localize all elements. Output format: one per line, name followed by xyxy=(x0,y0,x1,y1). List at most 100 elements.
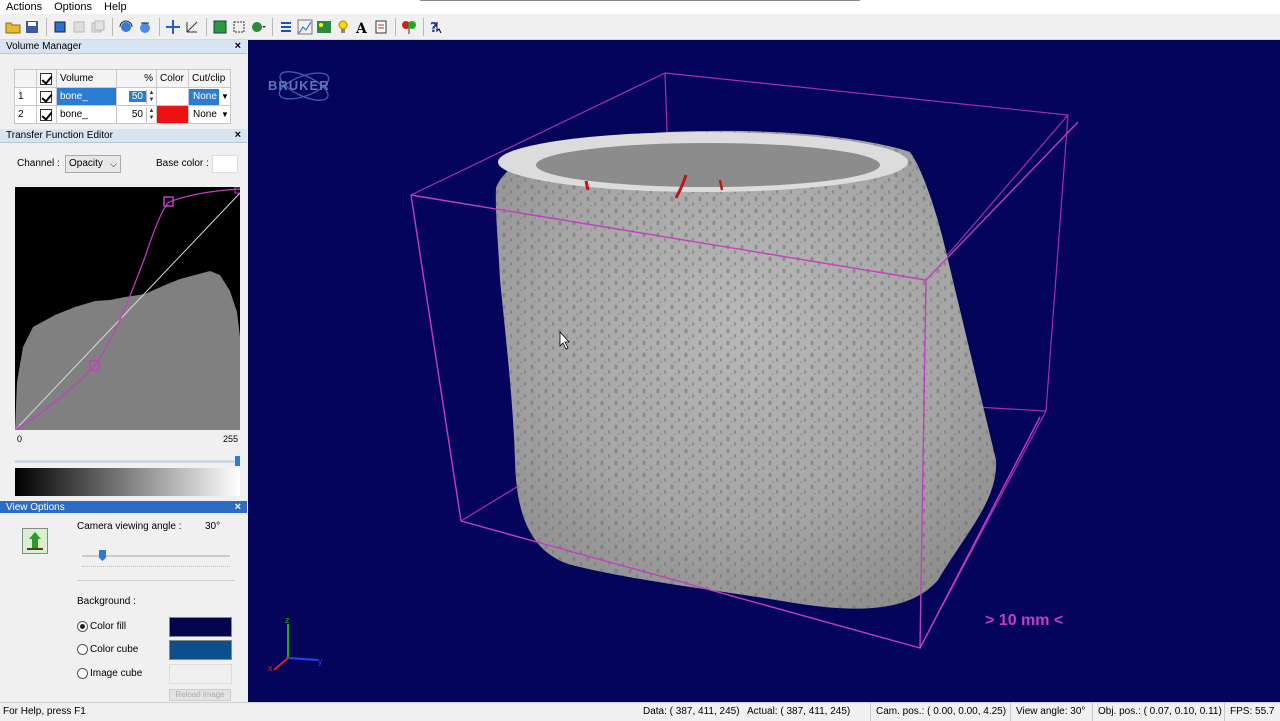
row-index: 2 xyxy=(14,105,37,124)
view-tree-icon[interactable] xyxy=(22,528,48,554)
radio-icon[interactable] xyxy=(77,644,88,655)
open-icon xyxy=(5,22,21,33)
spinner-icon[interactable]: ▲ ▼ xyxy=(146,89,156,104)
status-obj-pos: Obj. pos.: ( 0.07, 0.10, 0.11) xyxy=(1092,703,1222,721)
bruker-logo: BRUKER xyxy=(268,71,330,101)
box-green-button[interactable] xyxy=(211,18,229,36)
rotate-object-button[interactable] xyxy=(136,18,154,36)
menu-bar: Actions Options Help xyxy=(0,0,1280,14)
cube-button[interactable] xyxy=(51,18,69,36)
row-percent[interactable]: 50 ▲ ▼ xyxy=(116,87,157,106)
color-cube-swatch[interactable] xyxy=(169,640,232,660)
objects-dropdown-icon xyxy=(252,21,266,32)
cube-outline-button[interactable] xyxy=(70,18,88,36)
scene: z y x xyxy=(268,72,1079,673)
row-color-swatch[interactable] xyxy=(156,105,189,124)
clip-button[interactable] xyxy=(372,18,390,36)
row-color-swatch[interactable] xyxy=(156,87,189,106)
reload-image-button[interactable]: Reload image xyxy=(169,689,231,701)
row-percent[interactable]: 50 ▲ ▼ xyxy=(116,105,157,124)
radio-image-cube[interactable]: Image cube xyxy=(77,668,142,679)
percent-value[interactable]: 50 xyxy=(129,109,146,120)
table-row[interactable]: 1 bone_ 50 ▲ ▼ None ▼ xyxy=(14,87,231,106)
menu-actions[interactable]: Actions xyxy=(0,1,48,13)
image-button[interactable] xyxy=(315,18,333,36)
checkbox-icon[interactable] xyxy=(40,90,52,103)
menu-help[interactable]: Help xyxy=(98,1,133,13)
cube-stack-button[interactable] xyxy=(89,18,107,36)
tf-max-label: 255 xyxy=(223,434,239,444)
close-icon[interactable]: × xyxy=(235,501,241,514)
row-index: 1 xyxy=(14,87,37,106)
chevron-down-icon[interactable]: ▼ xyxy=(219,110,229,119)
chevron-down-icon[interactable]: ▼ xyxy=(219,92,229,101)
transfer-function-graph[interactable] xyxy=(15,187,240,430)
scale-bar-label: > 10 mm < xyxy=(985,612,1064,629)
crop-icon xyxy=(233,21,245,32)
open-button[interactable] xyxy=(4,18,22,36)
row-visible-checkbox[interactable] xyxy=(36,105,57,124)
toolbar-separator xyxy=(272,17,273,36)
color-fill-swatch[interactable] xyxy=(169,617,232,637)
grayscale-gradient xyxy=(15,468,240,496)
background-label: Background : xyxy=(77,596,136,607)
image-cube-swatch[interactable] xyxy=(169,664,232,684)
radio-icon[interactable] xyxy=(77,668,88,679)
help-pointer-button[interactable]: ? xyxy=(428,18,446,36)
col-volume: Volume xyxy=(56,69,117,88)
move-icon xyxy=(166,19,180,34)
move-button[interactable] xyxy=(164,18,182,36)
cube-icon xyxy=(54,21,66,32)
close-icon[interactable]: × xyxy=(235,129,241,142)
percent-value[interactable]: 50 xyxy=(128,91,146,103)
base-color-swatch[interactable] xyxy=(212,155,238,173)
chart-button[interactable] xyxy=(296,18,314,36)
slider-ticks xyxy=(82,566,230,569)
status-cam-pos: Cam. pos.: ( 0.00, 0.00, 4.25) xyxy=(870,703,1006,721)
cutclip-value[interactable]: None xyxy=(189,109,219,120)
rotate-button[interactable] xyxy=(117,18,135,36)
slider-thumb[interactable] xyxy=(235,456,240,466)
spinner-icon[interactable]: ▲ ▼ xyxy=(146,107,156,122)
radio-color-fill[interactable]: Color fill xyxy=(77,621,126,632)
light-button[interactable] xyxy=(334,18,352,36)
brand-text: BRUKER xyxy=(268,78,330,93)
status-actual: Actual: ( 387, 411, 245) xyxy=(747,706,851,717)
close-icon[interactable]: × xyxy=(235,40,241,53)
balloon-button[interactable] xyxy=(400,18,418,36)
balloon-icon xyxy=(402,20,416,34)
status-view-angle: View angle: 30° xyxy=(1010,703,1085,721)
radio-label: Color fill xyxy=(90,621,127,632)
row-volume-name[interactable]: bone_ xyxy=(56,105,117,124)
row-cutclip[interactable]: None ▼ xyxy=(188,105,231,124)
radio-label: Image cube xyxy=(90,668,143,679)
radio-label: Color cube xyxy=(90,644,139,655)
bone-volume[interactable] xyxy=(495,130,997,609)
tf-range-slider[interactable] xyxy=(15,456,240,466)
row-visible-checkbox[interactable] xyxy=(36,87,57,106)
checkbox-all-icon[interactable] xyxy=(40,72,52,85)
toolbar-separator xyxy=(206,17,207,36)
row-cutclip[interactable]: None ▼ xyxy=(188,87,231,106)
radio-color-cube[interactable]: Color cube xyxy=(77,644,138,655)
cutclip-value[interactable]: None xyxy=(189,88,219,105)
axes-button[interactable] xyxy=(183,18,201,36)
col-check[interactable] xyxy=(36,69,57,88)
image-icon xyxy=(317,20,331,33)
volume-table: Volume % Color Cut/clip 1 bone_ 50 ▲ ▼ Non… xyxy=(14,69,231,124)
text-button[interactable]: A xyxy=(353,18,371,36)
list-button[interactable] xyxy=(277,18,295,36)
channel-select[interactable]: Opacity ⌵ xyxy=(65,155,121,173)
objects-dropdown-button[interactable] xyxy=(249,18,267,36)
crop-button[interactable] xyxy=(230,18,248,36)
checkbox-icon[interactable] xyxy=(40,108,52,121)
radio-icon[interactable] xyxy=(77,621,88,632)
menu-options[interactable]: Options xyxy=(48,1,98,13)
col-cutclip: Cut/clip xyxy=(188,69,231,88)
save-button[interactable] xyxy=(23,18,41,36)
axis-z-label: z xyxy=(285,615,290,625)
3d-viewport[interactable]: z y x BRUKER > 10 mm < xyxy=(248,40,1280,702)
table-row[interactable]: 2 bone_ 50 ▲ ▼ None ▼ xyxy=(14,105,231,124)
channel-value: Opacity xyxy=(69,158,103,169)
row-volume-name[interactable]: bone_ xyxy=(56,87,117,106)
